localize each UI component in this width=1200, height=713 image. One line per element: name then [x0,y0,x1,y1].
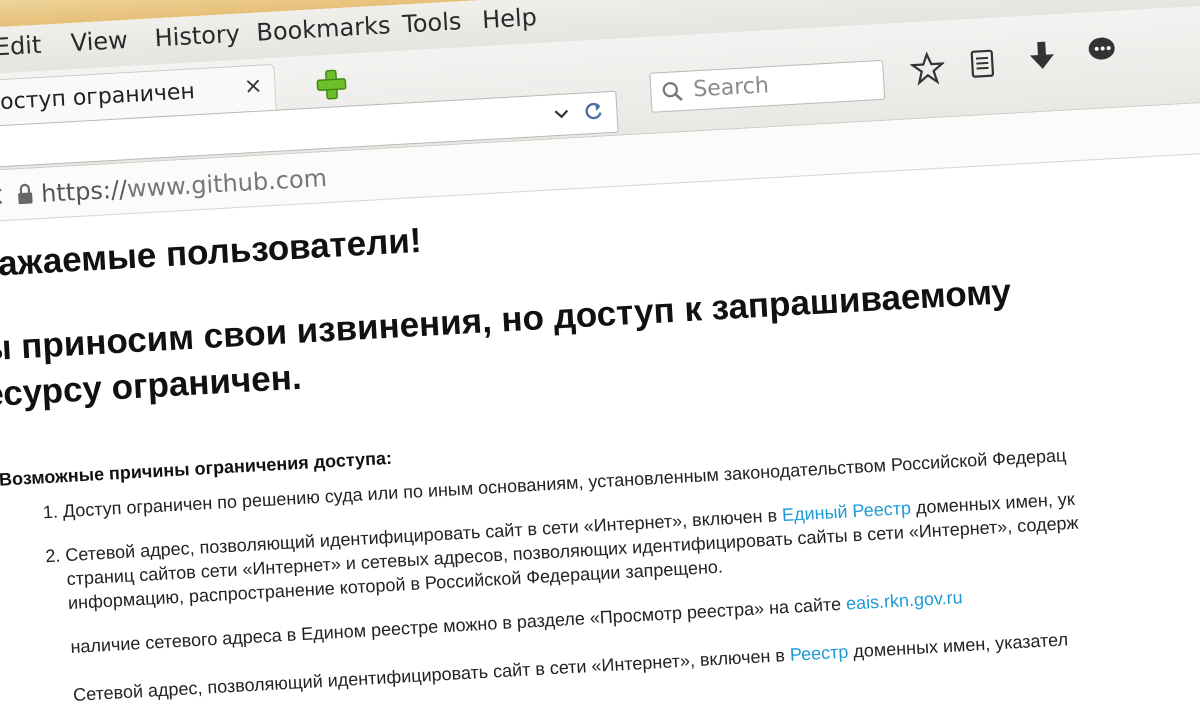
tab-title: доступ ограничен [0,79,196,116]
chat-bubble-icon[interactable] [1084,33,1120,69]
menu-bookmarks[interactable]: Bookmarks [256,11,391,46]
search-placeholder: Search [692,73,770,103]
registry-link[interactable]: Единый Реестр [782,498,912,525]
url-scheme: https:// [40,175,128,208]
bookmark-star-icon[interactable] [909,50,946,86]
menu-view[interactable]: View [70,26,128,57]
menu-tools[interactable]: Tools [401,7,462,38]
new-tab-plus-icon[interactable] [315,68,349,102]
reason-3-pre: Сетевой адрес, позволяющий идентифициров… [72,645,786,705]
apology-line-1: ы приносим свои извинения, но доступ к з… [0,272,1012,369]
lock-icon [18,183,33,205]
search-field[interactable]: Search [649,59,886,113]
menu-help[interactable]: Help [481,3,537,34]
eais-link[interactable]: eais.rkn.gov.ru [845,587,963,613]
reload-icon[interactable] [582,100,605,123]
menu-edit[interactable]: Edit [0,31,42,62]
url-host: www.github.com [126,164,328,204]
reestr-link[interactable]: Реестр [789,642,849,665]
apology-line-2: есурсу ограничен. [0,357,303,415]
menu-history[interactable]: History [154,20,241,53]
back-arrow-icon[interactable] [0,186,8,207]
search-icon [662,82,683,102]
page-content: важаемые пользователи! ы приносим свои и… [0,174,1200,711]
browser-window: Edit View History Bookmarks Tools Help д… [0,0,1200,708]
reading-list-icon[interactable] [964,45,1000,81]
url-text[interactable]: https://www.github.com [40,164,327,208]
download-arrow-icon[interactable] [1024,38,1060,74]
chevron-down-icon[interactable] [552,104,571,123]
reason-3-after: доменных имен, указател [852,629,1069,662]
close-tab-icon[interactable]: × [243,73,263,99]
apology-heading: ы приносим свои извинения, но доступ к з… [0,256,1200,418]
